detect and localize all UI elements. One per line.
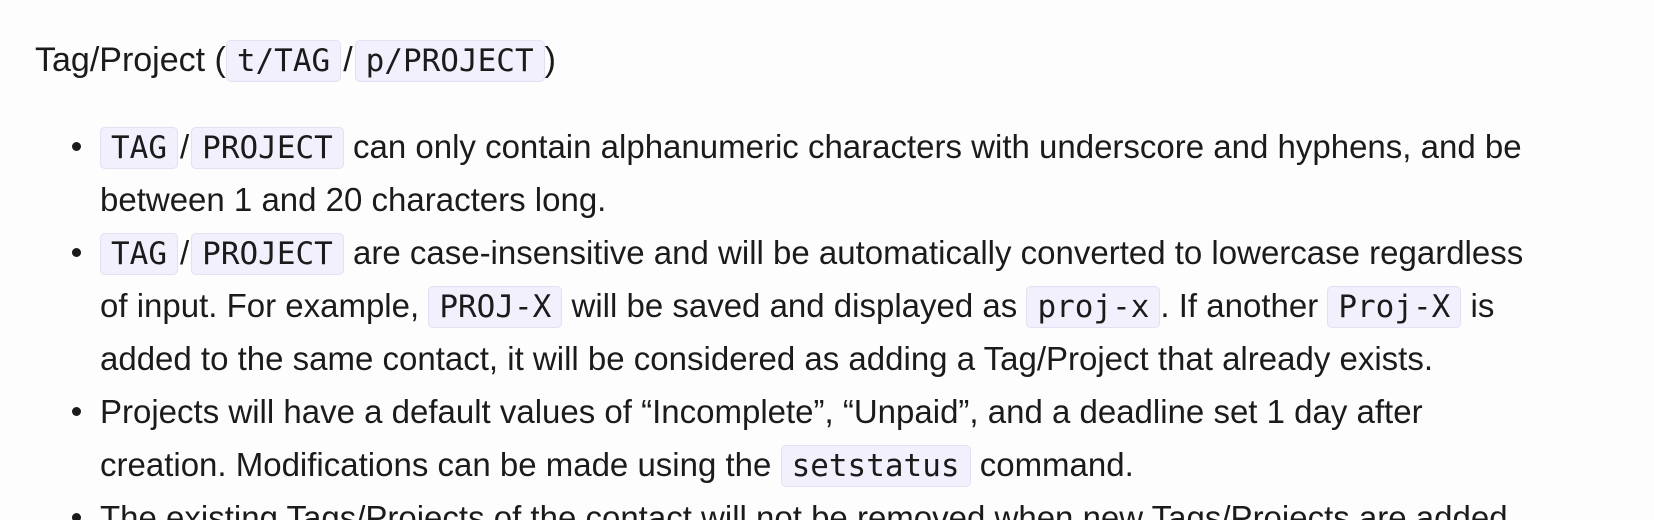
- rules-list: TAG / PROJECT can only contain alphanumeri…: [0, 120, 1640, 520]
- rule-text: command.: [970, 446, 1134, 483]
- rule-item-case-insensitive: TAG / PROJECT are case-insensitive and wil…: [72, 226, 1640, 385]
- project-code: PROJECT: [191, 127, 344, 169]
- rule-item-allowed-characters: TAG / PROJECT can only contain alphanumeri…: [72, 120, 1640, 226]
- rule-text: . If another: [1160, 287, 1328, 324]
- heading-slash: /: [343, 41, 353, 79]
- rule-line: TAG / PROJECT are case-insensitive and wil…: [100, 226, 1640, 279]
- rule-text: of input. For example,: [100, 287, 429, 324]
- rule-line: The existing Tags/Projects of the contac…: [100, 491, 1640, 520]
- rule-line: Projects will have a default values of “…: [100, 385, 1640, 438]
- rule-item-project-defaults: Projects will have a default values of “…: [72, 385, 1640, 491]
- rule-line: of input. For example, PROJ-X will be sa…: [100, 279, 1640, 332]
- example-uppercase-code: PROJ-X: [428, 286, 563, 328]
- example-lowercase-code: proj-x: [1026, 286, 1161, 328]
- setstatus-command-code: setstatus: [780, 445, 971, 487]
- section-heading: Tag/Project (t/TAG / p/PROJECT): [35, 35, 556, 86]
- slash-text: /: [180, 234, 190, 271]
- slash-text: /: [180, 128, 190, 165]
- rule-text: added to the same contact, it will be co…: [100, 340, 1434, 377]
- rule-text: The existing Tags/Projects of the contac…: [100, 499, 1517, 520]
- rule-line: between 1 and 20 characters long.: [100, 173, 1640, 226]
- rule-text: Projects will have a default values of “…: [100, 393, 1423, 430]
- example-mixedcase-code: Proj-X: [1327, 286, 1462, 328]
- rule-text: is: [1461, 287, 1495, 324]
- project-code: PROJECT: [191, 233, 344, 275]
- rule-line: added to the same contact, it will be co…: [100, 332, 1640, 385]
- tag-code: TAG: [100, 233, 178, 275]
- heading-prefix: Tag/Project (: [35, 41, 226, 79]
- heading-suffix: ): [544, 41, 556, 79]
- tag-code: TAG: [100, 127, 178, 169]
- project-prefix-code: p/PROJECT: [354, 40, 545, 82]
- rule-text: creation. Modifications can be made usin…: [100, 446, 781, 483]
- document-page: Tag/Project (t/TAG / p/PROJECT) TAG / PROJEC…: [0, 0, 1654, 520]
- rule-line: creation. Modifications can be made usin…: [100, 438, 1640, 491]
- rule-text: will be saved and displayed as: [562, 287, 1027, 324]
- rule-text: between 1 and 20 characters long.: [100, 181, 607, 218]
- rule-text: are case-insensitive and will be automat…: [343, 234, 1524, 271]
- rule-text: can only contain alphanumeric characters…: [343, 128, 1522, 165]
- rule-line: TAG / PROJECT can only contain alphanumeri…: [100, 120, 1640, 173]
- tag-prefix-code: t/TAG: [225, 40, 342, 82]
- rule-item-existing-not-removed: The existing Tags/Projects of the contac…: [72, 491, 1640, 520]
